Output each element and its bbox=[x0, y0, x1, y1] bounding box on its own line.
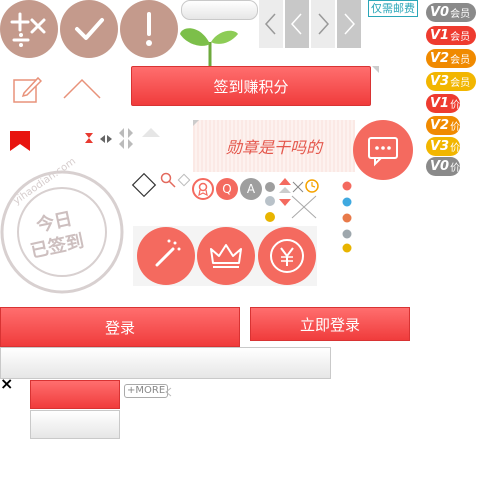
close-icon-small[interactable] bbox=[292, 178, 304, 193]
badge-question-bubble[interactable]: 勋章是干吗的 bbox=[193, 120, 355, 172]
grey-button-wide[interactable] bbox=[0, 347, 331, 379]
diamond-arrows-icon bbox=[119, 128, 133, 150]
chat-icon[interactable] bbox=[353, 120, 413, 180]
next-arrow-grey[interactable] bbox=[337, 0, 361, 48]
hourglass-icon bbox=[84, 129, 94, 143]
prev-arrow-grey[interactable] bbox=[285, 0, 309, 48]
prev-arrow-light[interactable] bbox=[259, 0, 283, 48]
check-icon[interactable] bbox=[60, 0, 118, 58]
left-right-arrows-icon bbox=[100, 129, 112, 143]
chevron-up-icon[interactable] bbox=[62, 76, 102, 100]
small-red-button[interactable] bbox=[30, 380, 120, 409]
close-icon[interactable]: × bbox=[0, 374, 13, 394]
bubble-corner bbox=[193, 120, 199, 126]
small-grey-button[interactable] bbox=[30, 410, 120, 439]
calculator-icon[interactable] bbox=[0, 0, 58, 58]
exclamation-icon[interactable] bbox=[120, 0, 178, 58]
a-tab[interactable]: A bbox=[240, 178, 262, 200]
bookmark-icon[interactable] bbox=[10, 131, 30, 151]
diamond-small-icon bbox=[177, 172, 191, 187]
badge-question-text: 勋章是干吗的 bbox=[225, 138, 322, 157]
more-link[interactable]: +MORE bbox=[124, 384, 169, 398]
medal-column bbox=[341, 180, 353, 256]
vip-badge-v0: V0 会员 bbox=[426, 3, 476, 22]
medal-icon-grey bbox=[264, 178, 276, 192]
edit-icon[interactable] bbox=[12, 74, 43, 104]
yuan-icon[interactable] bbox=[258, 227, 316, 285]
login-button[interactable]: 登录 bbox=[0, 307, 240, 347]
clock-icon bbox=[305, 178, 319, 193]
vip-badge-v2: V2 会员 bbox=[426, 49, 476, 68]
magic-wand-icon[interactable] bbox=[137, 227, 195, 285]
next-arrow-light[interactable] bbox=[311, 0, 335, 48]
crown-icon[interactable] bbox=[197, 227, 255, 285]
medal-icon-gold bbox=[264, 207, 276, 223]
more-chevron-icon bbox=[164, 382, 172, 397]
vip-badge-v3: V3 会员 bbox=[426, 72, 476, 91]
checkin-button[interactable]: 签到赚积分 bbox=[131, 66, 371, 106]
checked-in-stamp: yihaodian.com 今日 已签到 bbox=[0, 156, 125, 295]
pill-input[interactable] bbox=[181, 0, 258, 20]
shipping-note: 仅需邮费 bbox=[368, 0, 418, 17]
search-icon[interactable] bbox=[160, 172, 176, 188]
price-badge-v2: V2 价 bbox=[426, 116, 460, 135]
triangle-up-icon bbox=[142, 128, 160, 137]
diamond-outline-icon bbox=[131, 172, 157, 198]
sprout-icon bbox=[180, 12, 240, 67]
corner-triangle bbox=[372, 66, 379, 73]
medal-icon-silver bbox=[264, 192, 276, 206]
q-tab[interactable]: Q bbox=[216, 178, 238, 200]
login-now-button[interactable]: 立即登录 bbox=[250, 307, 410, 341]
price-badge-v3: V3 价 bbox=[426, 137, 460, 156]
close-icon-large[interactable] bbox=[290, 195, 318, 219]
price-badge-v1: V1 价 bbox=[426, 94, 460, 113]
price-badge-v0: V0 价 bbox=[426, 157, 460, 176]
vip-badge-v1: V1 会员 bbox=[426, 26, 476, 45]
ribbon-circle-icon bbox=[192, 178, 214, 200]
